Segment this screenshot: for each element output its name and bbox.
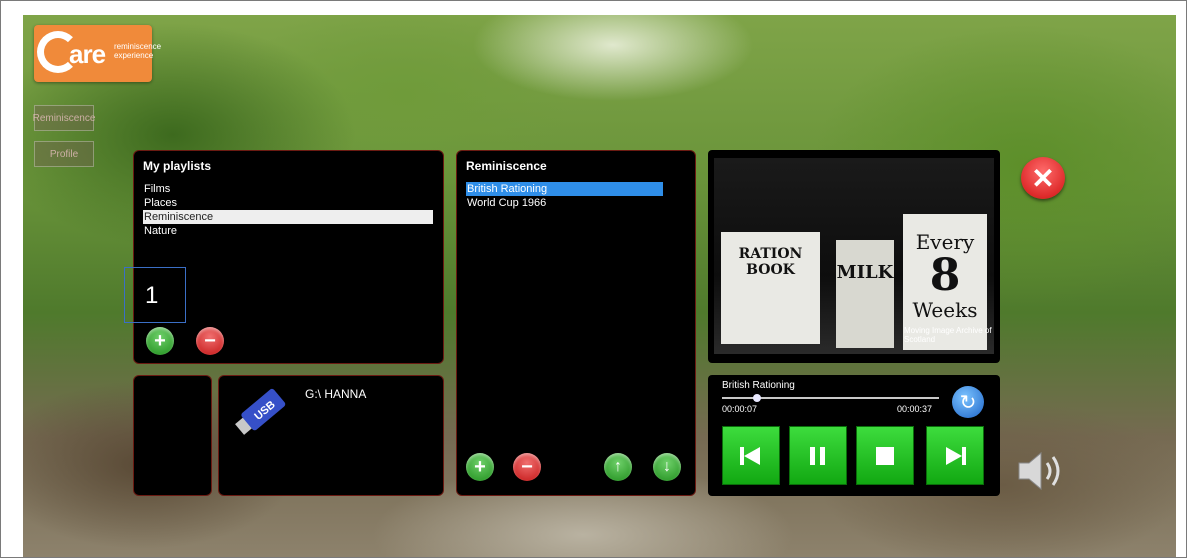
my-playlists-panel: My playlists Films Places Reminiscence N…: [133, 150, 444, 364]
logo-tagline-2: experience: [114, 51, 154, 60]
milk-tin: MILK: [836, 240, 894, 348]
arrow-up-icon: ↑: [614, 458, 622, 475]
reminiscence-title: Reminiscence: [466, 159, 547, 173]
reminiscence-list: British Rationing World Cup 1966: [466, 182, 663, 210]
now-playing-title: British Rationing: [722, 380, 795, 391]
playlist-item-films[interactable]: Films: [143, 182, 433, 196]
skip-next-icon: [946, 446, 966, 465]
annotation-box: 1: [124, 267, 186, 323]
ration-book-card: RATION BOOK: [721, 232, 820, 344]
remove-playlist-button[interactable]: −: [196, 327, 224, 355]
milk-text: MILK: [836, 262, 894, 283]
my-playlists-title: My playlists: [143, 159, 212, 173]
archive-watermark: Moving Image Archive of Scotland: [904, 326, 992, 344]
my-playlists-list: Films Places Reminiscence Nature: [143, 182, 433, 238]
move-up-button[interactable]: ↑: [604, 453, 632, 481]
weeks-text: Weeks: [912, 298, 978, 322]
skip-previous-icon: [740, 446, 760, 465]
playlist-item-reminiscence[interactable]: Reminiscence: [143, 210, 433, 224]
profile-side-button[interactable]: Profile: [34, 141, 94, 167]
logo-tagline-1: reminiscence: [114, 42, 162, 51]
stop-icon: [876, 446, 894, 465]
track-item-british-rationing[interactable]: British Rationing: [466, 182, 663, 196]
arrow-down-icon: ↓: [663, 458, 671, 475]
reminiscence-panel: Reminiscence British Rationing World Cup…: [456, 150, 696, 496]
stop-button[interactable]: [856, 426, 914, 485]
usb-device-panel[interactable]: USB G:\ HANNA: [218, 375, 444, 496]
seek-bar[interactable]: [722, 394, 939, 402]
move-down-button[interactable]: ↓: [653, 453, 681, 481]
empty-side-panel: [133, 375, 212, 496]
repeat-button[interactable]: ↻: [952, 386, 984, 418]
logo-tagline: reminiscence experience: [114, 42, 161, 60]
usb-stick-icon: USB: [235, 388, 286, 435]
media-player: British Rationing 00:00:07 00:00:37 ↻: [708, 375, 1000, 496]
close-icon: ✕: [1031, 162, 1055, 194]
playlist-item-places[interactable]: Places: [143, 196, 433, 210]
seek-knob[interactable]: [752, 394, 761, 402]
app-frame: are reminiscence experience Reminiscence…: [0, 0, 1187, 558]
plus-icon: +: [154, 330, 166, 352]
previous-button[interactable]: [722, 426, 780, 485]
speaker-icon[interactable]: [1013, 447, 1069, 495]
add-track-button[interactable]: +: [466, 453, 494, 481]
next-button[interactable]: [926, 426, 984, 485]
track-item-world-cup-1966[interactable]: World Cup 1966: [466, 196, 663, 210]
pause-button[interactable]: [789, 426, 847, 485]
logo-text: are: [69, 39, 106, 69]
ration-book-text: RATION BOOK: [738, 246, 803, 278]
pause-icon: [810, 446, 825, 465]
add-playlist-button[interactable]: +: [146, 327, 174, 355]
playlist-item-nature[interactable]: Nature: [143, 224, 433, 238]
care-logo: are reminiscence experience: [34, 25, 161, 82]
refresh-icon: ↻: [959, 391, 977, 414]
reminiscence-side-button[interactable]: Reminiscence: [33, 105, 95, 131]
elapsed-time: 00:00:07: [722, 404, 758, 414]
close-button[interactable]: ✕: [1021, 157, 1065, 199]
remove-track-button[interactable]: −: [513, 453, 541, 481]
total-time: 00:00:37: [897, 404, 933, 414]
minus-icon: −: [521, 456, 533, 478]
device-name: G:\ HANNA: [305, 387, 367, 401]
photo-preview: RATION BOOK MILK Every 8 Weeks Moving Im…: [708, 150, 1000, 363]
plus-icon: +: [474, 456, 486, 478]
eight-text: 8: [929, 250, 961, 301]
minus-icon: −: [204, 330, 216, 352]
